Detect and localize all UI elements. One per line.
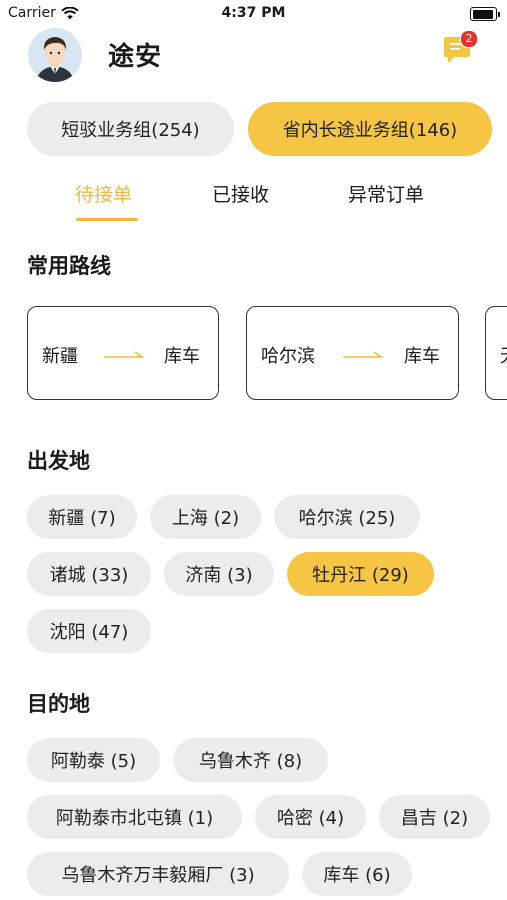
routes-section-title: 常用路线 — [27, 254, 111, 278]
group-short-haul[interactable]: 短驳业务组(254) — [27, 102, 234, 156]
route-card[interactable]: 新疆 库车 — [27, 306, 219, 400]
tab-accepted[interactable]: 已接收 — [212, 180, 269, 207]
route-destination: 库车 — [164, 346, 200, 367]
origin-section-title: 出发地 — [27, 449, 90, 473]
message-button[interactable]: 2 — [442, 30, 478, 70]
destination-chip[interactable]: 乌鲁木齐万丰毅厢厂 (3) — [27, 852, 289, 896]
route-list: 新疆 库车 哈尔滨 库车 无 — [27, 306, 507, 402]
destination-chip[interactable]: 库车 (6) — [302, 852, 412, 896]
destination-chip[interactable]: 哈密 (4) — [255, 795, 366, 839]
origin-chip[interactable]: 诸城 (33) — [27, 552, 151, 596]
origin-chip[interactable]: 沈阳 (47) — [27, 609, 151, 653]
message-badge: 2 — [460, 30, 478, 48]
destination-chip[interactable]: 昌吉 (2) — [379, 795, 490, 839]
route-card[interactable]: 无 — [485, 306, 507, 400]
battery-icon — [470, 7, 500, 21]
origin-chip[interactable]: 济南 (3) — [164, 552, 274, 596]
active-tab-indicator — [76, 218, 138, 221]
origin-chip[interactable]: 上海 (2) — [150, 495, 261, 539]
origin-chip[interactable]: 哈尔滨 (25) — [274, 495, 420, 539]
destination-section-title: 目的地 — [27, 692, 90, 716]
tab-exception[interactable]: 异常订单 — [348, 180, 424, 207]
business-group-selector: 短驳业务组(254) 省内长途业务组(146) — [27, 102, 492, 156]
origin-chip[interactable]: 新疆 (7) — [27, 495, 137, 539]
avatar[interactable] — [28, 28, 82, 82]
route-origin: 哈尔滨 — [261, 346, 315, 367]
tab-pending[interactable]: 待接单 — [75, 180, 132, 207]
order-tabs: 待接单 已接收 异常订单 — [0, 178, 507, 226]
user-avatar-icon — [28, 28, 82, 82]
long-arrow-icon — [343, 351, 384, 358]
destination-chip[interactable]: 阿勒泰 (5) — [27, 738, 160, 782]
route-card[interactable]: 哈尔滨 库车 — [246, 306, 459, 400]
route-destination: 库车 — [404, 346, 440, 367]
origin-chip-selected[interactable]: 牡丹江 (29) — [287, 552, 434, 596]
long-arrow-icon — [104, 351, 145, 358]
header: 途安 2 — [0, 24, 507, 84]
destination-chip[interactable]: 阿勒泰市北屯镇 (1) — [27, 795, 242, 839]
clock: 4:37 PM — [221, 5, 286, 21]
route-origin: 无 — [500, 342, 507, 368]
group-long-haul[interactable]: 省内长途业务组(146) — [248, 102, 492, 156]
destination-chip[interactable]: 乌鲁木齐 (8) — [173, 738, 328, 782]
user-name: 途安 — [108, 42, 163, 72]
route-origin: 新疆 — [42, 346, 78, 367]
